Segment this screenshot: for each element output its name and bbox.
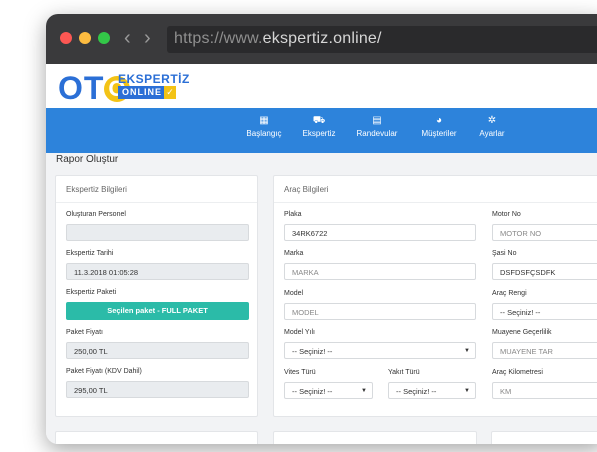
select-value: -- Seçiniz! -- [292,347,333,356]
sasi-label: Şasi No [492,250,517,257]
fiyat-field[interactable]: 250,00 TL [66,342,249,359]
lower-card-right [491,431,597,444]
gear-icon: ✲ [487,115,497,126]
main-navigation: ▦ Başlangıç ⛟ Ekspertiz ▤ Randevular ◕ M… [46,108,597,153]
model-input[interactable]: MODEL [284,303,476,320]
selected-package-button[interactable]: Seçilen paket - FULL PAKET [66,302,249,320]
kdv-field[interactable]: 295,00 TL [66,381,249,398]
renk-select[interactable]: -- Seçiniz! -- [492,303,597,320]
dashboard-icon: ▦ [259,115,269,126]
yakit-label: Yakıt Türü [388,369,420,376]
card-title: Araç Bilgileri [284,185,329,194]
site-header: OTO EKSPERTİZ ONLINE ✓ [46,64,597,114]
minimize-window-button[interactable] [79,32,91,44]
tarih-label: Ekspertiz Tarihi [66,250,114,257]
lower-card-middle [273,431,477,444]
chevron-down-icon: ▼ [361,388,367,394]
logo-word-online: ONLINE [118,86,167,99]
logo-word-ekspertiz: EKSPERTİZ [118,72,190,86]
chevron-down-icon: ▼ [464,388,470,394]
plaka-input[interactable]: 34RK6722 [284,224,476,241]
browser-toolbar: ‹ › https://www.ekspertiz.online/ [46,14,597,64]
maximize-window-button[interactable] [98,32,110,44]
arac-info-card: Araç Bilgileri Plaka 34RK6722 Marka MARK… [273,175,597,417]
personel-field[interactable] [66,224,249,241]
page-title: Rapor Oluştur [56,154,119,165]
nav-item-baslangic[interactable]: ▦ Başlangıç [244,114,284,138]
nav-item-musteriler[interactable]: ◕ Müşteriler [416,114,462,138]
card-divider [56,202,257,203]
personel-label: Oluşturan Personel [66,211,126,218]
marka-input[interactable]: MARKA [284,263,476,280]
fiyat-label: Paket Fiyatı [66,329,103,336]
nav-item-ekspertiz[interactable]: ⛟ Ekspertiz [299,114,339,138]
muayene-input[interactable]: MUAYENE TAR [492,342,597,359]
select-value: -- Seçiniz! -- [396,387,437,396]
close-window-button[interactable] [60,32,72,44]
back-arrow-icon[interactable]: ‹ [124,25,131,51]
nav-item-ayarlar[interactable]: ✲ Ayarlar [474,114,510,138]
km-label: Araç Kilometresi [492,369,543,376]
paket-label: Ekspertiz Paketi [66,289,117,296]
kdv-label: Paket Fiyatı (KDV Dahil) [66,368,142,375]
address-bar[interactable]: https://www.ekspertiz.online/ [167,26,597,53]
marka-label: Marka [284,250,304,257]
model-label: Model [284,290,304,297]
renk-label: Araç Rengi [492,290,527,297]
muayene-label: Muayene Geçerlilik [492,329,552,336]
vites-label: Vites Türü [284,369,316,376]
chevron-down-icon: ▼ [464,348,470,354]
browser-window: ‹ › https://www.ekspertiz.online/ OTO EK… [46,14,597,444]
motor-label: Motor No [492,211,521,218]
model-yili-label: Model Yılı [284,329,315,336]
tarih-field[interactable]: 11.3.2018 01:05:28 [66,263,249,280]
card-divider [274,202,597,203]
users-icon: ◕ [435,115,443,126]
forward-arrow-icon[interactable]: › [144,25,151,51]
nav-label: Ayarlar [479,129,505,138]
model-yili-select[interactable]: -- Seçiniz! -- ▼ [284,342,476,359]
ekspertiz-info-card: Ekspertiz Bilgileri Oluşturan Personel E… [55,175,258,417]
nav-label: Başlangıç [246,129,282,138]
car-icon: ⛟ [312,115,326,126]
yakit-select[interactable]: -- Seçiniz! -- ▼ [388,382,476,399]
nav-label: Ekspertiz [302,129,336,138]
url-text: https://www.ekspertiz.online/ [174,30,382,47]
card-title: Ekspertiz Bilgileri [66,185,127,194]
lower-card-left [55,431,258,444]
select-value: -- Seçiniz! -- [292,387,333,396]
calendar-icon: ▤ [372,115,382,126]
motor-input[interactable]: MOTOR NO [492,224,597,241]
nav-item-randevular[interactable]: ▤ Randevular [354,114,400,138]
sasi-input[interactable]: DSFDSFÇSDFK [492,263,597,280]
logo-check-icon: ✓ [164,86,176,99]
plaka-label: Plaka [284,211,302,218]
km-input[interactable]: KM [492,382,597,399]
nav-label: Randevular [356,129,398,138]
nav-label: Müşteriler [421,129,457,138]
vites-select[interactable]: -- Seçiniz! -- ▼ [284,382,373,399]
